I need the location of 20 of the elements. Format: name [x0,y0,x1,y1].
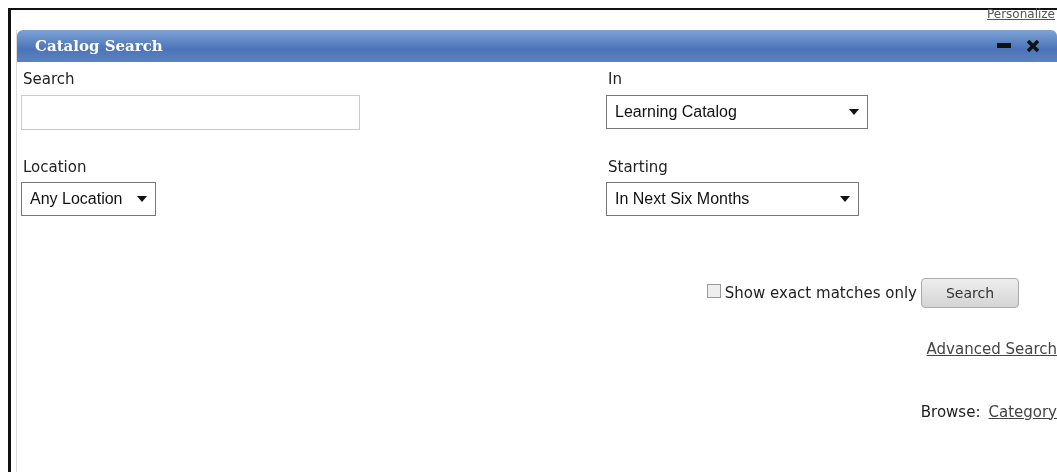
personalize-link[interactable]: Personalize [986,8,1055,20]
caret-icon [849,108,859,115]
search-field[interactable] [21,94,360,130]
checkbox-label: Show exact matches only [724,282,917,304]
panel-title: Catalog Search [35,35,164,57]
advanced-search-link[interactable]: Advanced Search [926,338,1057,361]
field-label: In [608,69,623,90]
caret-icon [840,196,850,202]
category-link[interactable]: Category [988,400,1057,423]
close-icon[interactable] [1027,40,1039,52]
browse-label: Browse: [920,401,981,423]
dropdown[interactable]: Learning Catalog [606,94,868,129]
dropdown[interactable]: In Next Six Months [606,182,859,216]
field-label: Search [23,69,76,90]
caret-icon [136,196,147,202]
search-button[interactable]: Search [921,278,1019,308]
dropdown[interactable]: Any Location [21,182,156,216]
field-label: Location [23,156,88,178]
minimize-icon[interactable] [997,43,1011,49]
field-label: Starting [608,156,669,178]
